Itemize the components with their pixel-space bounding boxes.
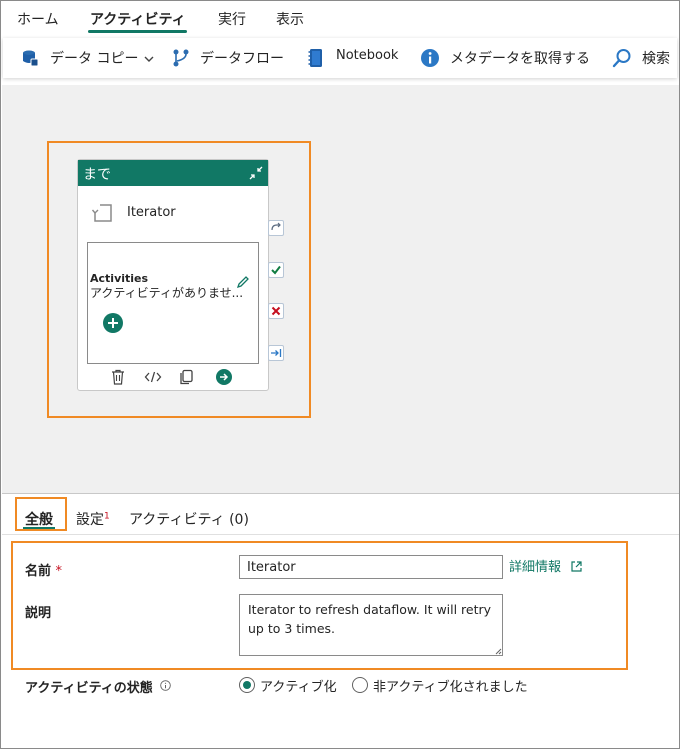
get-metadata-button[interactable]: メタデータを取得する [418, 44, 598, 72]
failure-connector[interactable] [268, 303, 284, 319]
success-connector[interactable] [268, 262, 284, 278]
plus-icon [108, 318, 118, 328]
edit-pencil-icon[interactable] [236, 275, 250, 289]
activity-header: まで [78, 160, 268, 186]
panel-tab-divider [2, 534, 679, 535]
notebook-button[interactable]: Notebook [306, 44, 406, 72]
completion-connector[interactable] [268, 345, 284, 361]
code-icon[interactable] [144, 369, 162, 385]
required-asterisk: * [55, 564, 63, 579]
activity-state-label: アクティビティの状態 [25, 677, 172, 696]
copy-data-button[interactable]: データ コピー [18, 44, 158, 72]
settings-error-badge: 1 [104, 511, 110, 522]
toolbar: データ コピー データフロー Notebook メタデータを取得する 検索 [3, 38, 677, 78]
arrow-to-line-icon [271, 349, 282, 357]
state-active-radio[interactable]: アクティブ化 [239, 675, 349, 695]
inner-activities-box[interactable]: Activities アクティビティがありませ... [87, 242, 259, 364]
x-mark-icon [271, 306, 281, 316]
delete-icon[interactable] [110, 369, 126, 385]
state-active-label: アクティブ化 [260, 680, 337, 695]
name-label-text: 名前 [25, 564, 52, 579]
go-to-activity-button[interactable] [216, 369, 232, 385]
state-inactive-radio[interactable]: 非アクティブ化されました [352, 675, 542, 695]
add-activity-button[interactable] [103, 313, 123, 333]
state-inactive-label: 非アクティブ化されました [373, 680, 528, 695]
until-activity-card[interactable]: まで Iterator Activities アクティビティがありませ... [77, 159, 269, 391]
collapse-icon[interactable] [248, 165, 264, 181]
menu-tab-underline [88, 30, 187, 33]
menu-tab-view[interactable]: 表示 [276, 9, 304, 29]
learn-more-label: 詳細情報 [509, 560, 562, 575]
external-link-icon [571, 561, 582, 572]
get-metadata-label: メタデータを取得する [450, 51, 590, 67]
skip-arrow-icon [271, 222, 281, 231]
notebook-label: Notebook [336, 48, 399, 63]
info-icon [421, 49, 439, 67]
skip-connector[interactable] [268, 220, 284, 236]
copy-data-label: データ コピー [50, 51, 139, 67]
notebook-icon [308, 49, 322, 67]
resize-grip-icon[interactable] [494, 647, 502, 655]
description-textarea[interactable]: Iterator to refresh dataflow. It will re… [239, 594, 503, 656]
name-label: 名前 * [25, 560, 62, 579]
tab-general-underline [23, 527, 55, 529]
tab-activities[interactable]: アクティビティ (0) [129, 509, 249, 529]
tab-settings[interactable]: 設定1 [76, 509, 110, 529]
search-icon [612, 49, 631, 68]
radio-selected-icon [239, 677, 255, 693]
no-activities-text: アクティビティがありませ... [90, 286, 244, 300]
copy-icon[interactable] [178, 369, 194, 385]
menu-tab-run[interactable]: 実行 [218, 9, 246, 29]
tab-settings-label: 設定 [76, 512, 104, 528]
panel-divider [2, 493, 679, 494]
activity-name: Iterator [127, 205, 176, 220]
description-label: 説明 [25, 606, 52, 621]
radio-unselected-icon [352, 677, 368, 693]
until-loop-icon [92, 204, 112, 222]
info-icon[interactable] [160, 680, 172, 691]
dataflow-icon [173, 49, 189, 67]
menu-tab-activities[interactable]: アクティビティ [90, 9, 186, 29]
search-button[interactable]: 検索 [610, 44, 676, 72]
name-input[interactable]: Iterator [239, 555, 503, 579]
database-icon [23, 50, 39, 67]
arrow-right-icon [220, 373, 229, 381]
learn-more-link[interactable]: 詳細情報 [509, 556, 583, 575]
menu-tab-home[interactable]: ホーム [17, 9, 59, 29]
chevron-down-icon [144, 56, 154, 62]
dataflow-button[interactable]: データフロー [170, 44, 290, 72]
activity-header-label: まで [83, 167, 111, 183]
checkmark-icon [271, 265, 281, 275]
dataflow-label: データフロー [200, 51, 284, 67]
tab-general[interactable]: 全般 [25, 509, 53, 529]
search-label: 検索 [642, 51, 670, 67]
activity-state-label-text: アクティビティの状態 [25, 681, 153, 696]
